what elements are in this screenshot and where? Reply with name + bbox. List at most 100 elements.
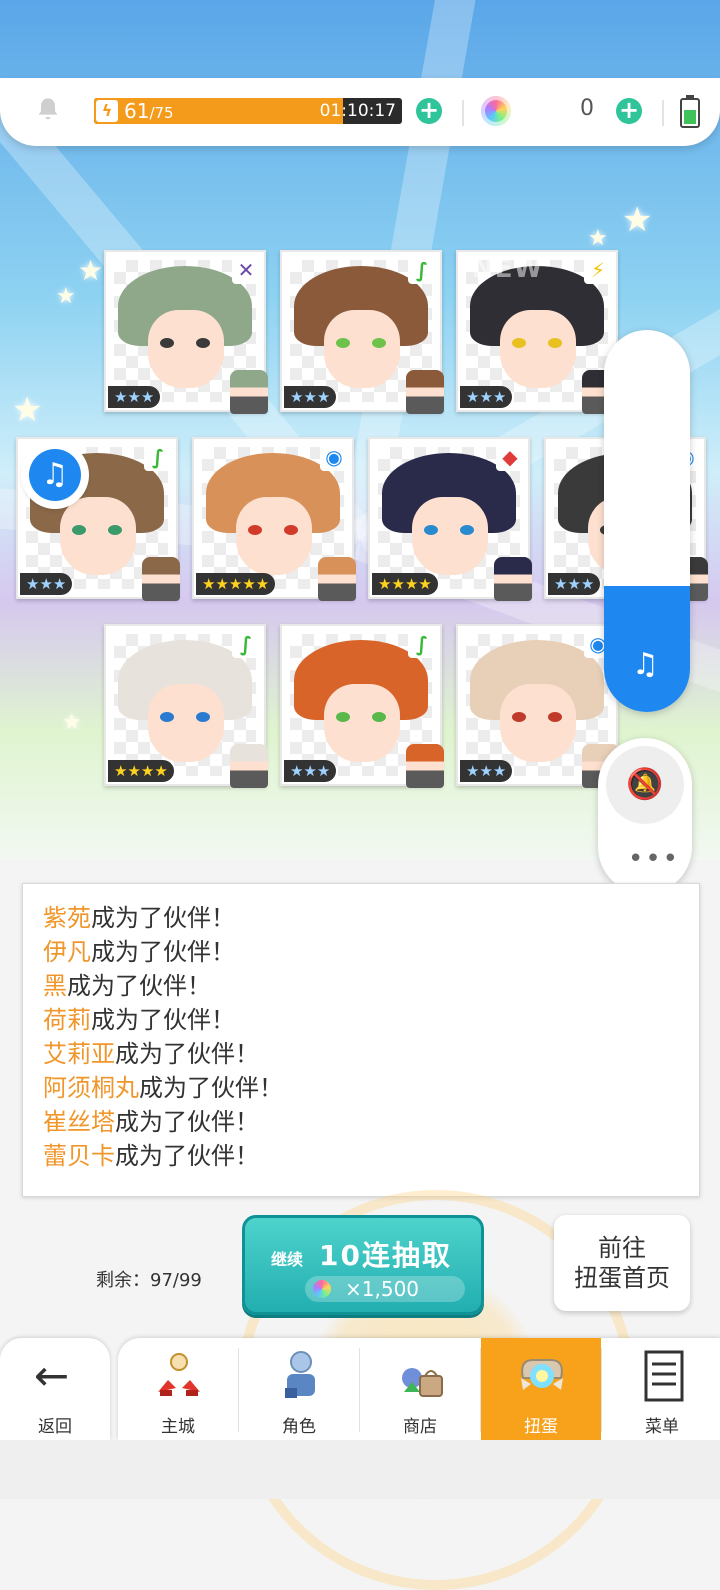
gem-icon [481,96,511,126]
character-name: 紫苑 [43,904,91,932]
pixel-sprite [318,557,356,601]
log-line: 黑成为了伙伴！ [43,970,211,1002]
log-line: 荷莉成为了伙伴！ [43,1004,235,1036]
lightning-icon: ϟ [96,100,118,122]
back-arrow-icon: ← [34,1351,70,1400]
continue-label: 继续 [271,1250,304,1269]
element-icon: ∫ [232,630,260,658]
log-line: 伊凡成为了伙伴！ [43,936,235,968]
result-log: 紫苑成为了伙伴！ 伊凡成为了伙伴！ 黑成为了伙伴！ 荷莉成为了伙伴！ 艾莉亚成为了伙伴！… [22,883,700,1197]
rarity-stars: ★★★ [108,386,161,408]
log-line: 蕾贝卡成为了伙伴！ [43,1140,259,1172]
new-badge: NEW [472,254,544,284]
pull-cost: ×1,500 [305,1276,465,1302]
element-icon: ✕ [232,256,260,284]
rarity-stars: ★★★★ [372,573,438,595]
music-note-icon: ♫ [29,449,81,501]
character-name: 崔丝塔 [43,1108,115,1136]
add-gem-button[interactable]: + [616,98,642,124]
battery-icon [680,95,700,128]
log-suffix: 成为了伙伴！ [115,1040,259,1068]
character-card[interactable]: NEW ⚡ ★★★ [456,250,620,414]
goto-gacha-home-button[interactable]: 前往 扭蛋首页 [554,1215,690,1311]
nav-tab-menu[interactable]: 菜单 [602,1338,720,1440]
sparkle-icon: ★ [56,284,76,309]
character-card[interactable]: ◉ ★★★★★ [192,437,356,601]
character-card[interactable]: ◉★★★ [456,624,620,788]
rarity-stars: ★★★ [284,760,337,782]
divider [662,100,664,126]
status-bar: ϟ 61/75 01:10:17 + 0 + [0,78,720,146]
pixel-sprite [142,557,180,601]
element-icon: ∫ [408,630,436,658]
music-volume-slider[interactable]: ♫ [604,330,690,712]
pixel-sprite [230,744,268,788]
log-suffix: 成为了伙伴！ [115,1142,259,1170]
stamina-timer: 01:10:17 [319,101,396,121]
menu-list-icon [644,1350,684,1402]
nav-tabs: 主城 角色 商店 扭蛋 菜单 [118,1338,720,1440]
log-line: 艾莉亚成为了伙伴！ [43,1038,259,1070]
rarity-stars: ★★★ [460,386,513,408]
rarity-stars: ★★★★★ [196,573,276,595]
rarity-stars: ★★★ [20,573,73,595]
pixel-sprite [230,370,268,414]
character-card[interactable]: ∫ ★★★ [280,624,444,788]
stamina-value: 61/75 [124,99,174,123]
system-nav-area [0,1440,720,1499]
sparkle-icon: ★ [78,254,104,287]
more-options-icon[interactable]: ••• [628,844,680,874]
character-name: 伊凡 [43,938,91,966]
character-card[interactable]: ∫ ★★★★ [104,624,268,788]
music-note-icon: ♫ [632,647,659,682]
character-card[interactable]: ✕ ★★★ [104,250,268,414]
character-card[interactable]: ∫ ★★★ [280,250,444,414]
element-icon: ∫ [144,443,172,471]
rarity-stars: ★★★ [548,573,601,595]
log-suffix: 成为了伙伴！ [139,1074,283,1102]
shop-bag-icon [402,1368,443,1397]
music-badge[interactable]: ♫ [24,444,86,506]
log-line: 阿须桐丸成为了伙伴！ [43,1072,283,1104]
character-name: 黑 [43,972,67,1000]
stamina-bar: ϟ 61/75 01:10:17 [94,98,402,124]
element-icon: ⚡ [584,256,612,284]
rarity-stars: ★★★ [284,386,337,408]
nav-tab-gacha[interactable]: 扭蛋 [481,1338,601,1440]
back-button[interactable]: ← 返回 [0,1338,110,1440]
gem-icon [313,1280,331,1298]
pixel-sprite [494,557,532,601]
bottom-nav: ← 返回 主城 角色 商店 扭蛋 菜单 [0,1336,720,1440]
character-name: 荷莉 [43,1006,91,1034]
log-suffix: 成为了伙伴！ [91,904,235,932]
add-stamina-button[interactable]: + [416,98,442,124]
element-icon: ◉ [320,443,348,471]
sparkle-icon: ★ [588,226,608,251]
character-name: 艾莉亚 [43,1040,115,1068]
rarity-stars: ★★★ [460,760,513,782]
character-card[interactable]: ◆ ★★★★ [368,437,532,601]
castle-icon [158,1353,200,1396]
remaining-count: 剩余：97/99 [96,1270,202,1291]
log-suffix: 成为了伙伴！ [91,1006,235,1034]
mute-bell-icon[interactable]: 🔕 [606,746,684,824]
pixel-sprite [406,744,444,788]
log-suffix: 成为了伙伴！ [67,972,211,1000]
nav-tab-shop[interactable]: 商店 [360,1338,480,1440]
character-name: 阿须桐丸 [43,1074,139,1102]
rarity-stars: ★★★★ [108,760,174,782]
nav-tab-characters[interactable]: 角色 [239,1338,359,1440]
gem-count: 0 [580,96,594,121]
notification-bell-icon[interactable] [34,96,62,124]
log-suffix: 成为了伙伴！ [91,938,235,966]
nav-tab-main-city[interactable]: 主城 [118,1338,238,1440]
character-name: 蕾贝卡 [43,1142,115,1170]
divider [462,100,464,126]
log-line: 崔丝塔成为了伙伴！ [43,1106,259,1138]
pull-title: 10连抽取 [319,1239,452,1272]
ten-pull-button[interactable]: 继续 10连抽取 ×1,500 [242,1215,484,1315]
pixel-sprite [406,370,444,414]
sound-panel: 🔕 ••• [598,738,692,894]
sparkle-icon: ★ [62,710,82,735]
character-icon [285,1351,315,1398]
